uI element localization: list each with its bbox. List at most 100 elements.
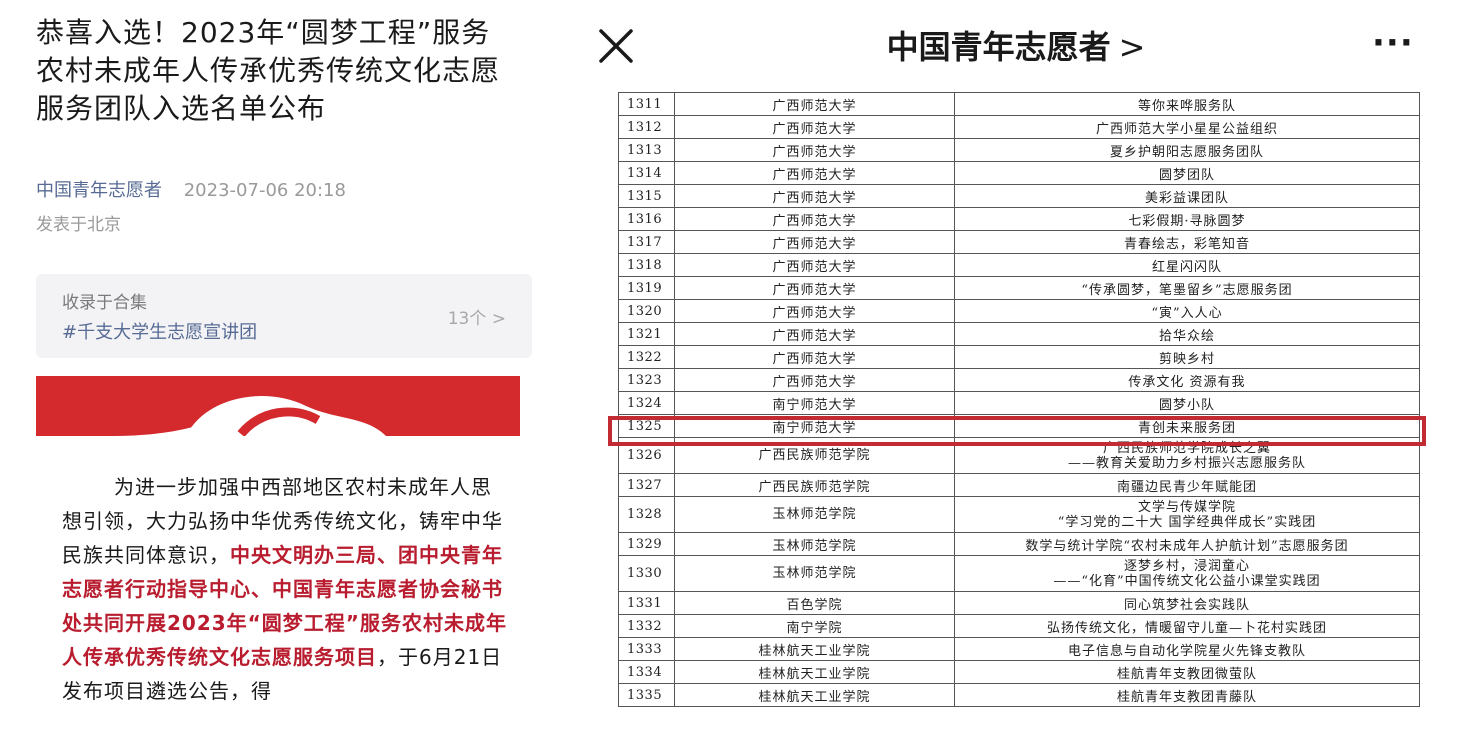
cell-school: 广西师范大学 (674, 207, 955, 231)
cell-number: 1321 (618, 322, 675, 346)
cell-team: 南疆边民青少年赋能团 (954, 473, 1420, 497)
collection-label: 收录于合集 (62, 293, 147, 313)
cell-school: 广西师范大学 (674, 276, 955, 300)
cell-number: 1333 (618, 637, 675, 661)
cell-school: 百色学院 (674, 591, 955, 615)
cell-school: 广西师范大学 (674, 368, 955, 392)
cell-number: 1317 (618, 230, 675, 254)
table-row: 1318 广西师范大学 红星闪闪队 (618, 253, 1420, 277)
cell-team-line: 青创未来服务团 (1137, 420, 1236, 436)
cell-team: 青创未来服务团 (954, 414, 1420, 438)
cell-number: 1315 (618, 184, 675, 208)
table-row: 1333 桂林航天工业学院 电子信息与自动化学院星火先锋支教队 (618, 637, 1420, 661)
cell-team: “寅”入人心 (954, 299, 1420, 323)
table-row: 1321 广西师范大学 拾华众绘 (618, 322, 1420, 346)
cell-team-line: 电子信息与自动化学院星火先锋支教队 (1067, 643, 1306, 659)
cell-school: 广西师范大学 (674, 161, 955, 185)
cell-team-line: 美彩益课团队 (1144, 190, 1229, 206)
article-location: 发表于北京 (36, 215, 121, 235)
cell-team: 广西民族师范学院成长之翼 ——教育关爱助力乡村振兴志愿服务队 (954, 437, 1420, 474)
cell-team-line: “传承圆梦，笔墨留乡”志愿服务团 (1081, 282, 1293, 298)
article-banner-image (36, 376, 520, 436)
account-name-button[interactable]: 中国青年志愿者 > (560, 22, 1472, 68)
cell-team: 同心筑梦社会实践队 (954, 591, 1420, 615)
cell-team: 圆梦小队 (954, 391, 1420, 415)
cell-school: 南宁师范大学 (674, 414, 955, 438)
cell-team-line: ——“化育”中国传统文化公益小课堂实践团 (1053, 573, 1321, 589)
cell-team: 数学与统计学院“农村未成年人护航计划”志愿服务团 (954, 532, 1420, 556)
cell-number: 1330 (618, 555, 675, 592)
article-author-link[interactable]: 中国青年志愿者 (36, 180, 162, 201)
cell-school: 南宁师范大学 (674, 391, 955, 415)
article-paragraph: 为进一步加强中西部地区农村未成年人思想引领，大力弘扬中华优秀传统文化，铸牢中华民… (62, 470, 512, 708)
cell-team: 文学与传媒学院 “学习党的二十大 国学经典伴成长”实践团 (954, 496, 1420, 533)
cell-team-line: 数学与统计学院“农村未成年人护航计划”志愿服务团 (1025, 538, 1349, 554)
cell-number: 1331 (618, 591, 675, 615)
selection-list-table-image: 1311 广西师范大学 等你来哗服务队 1312 广西师范大学 广西师范大学小星星公益组织… (618, 92, 1420, 745)
cell-school: 玉林师范学院 (674, 555, 955, 592)
account-name: 中国青年志愿者 (886, 28, 1111, 66)
cell-school: 广西师范大学 (674, 92, 955, 116)
account-article-panel: 中国青年志愿者 > ··· 1311 广西师范大学 等你来哗服务队 1312 广西师范大学… (560, 0, 1472, 745)
cell-school: 广西民族师范学院 (674, 437, 955, 474)
cell-team: 桂航青年支教团微萤队 (954, 660, 1420, 684)
article-meta: 中国青年志愿者 2023-07-06 20:18 (36, 176, 346, 202)
article-panel: 恭喜入选！2023年“圆梦工程”服务农村未成年人传承优秀传统文化志愿服务团队入选… (0, 0, 560, 745)
cell-number: 1334 (618, 660, 675, 684)
cell-team-line: 桂航青年支教团微萤队 (1116, 666, 1257, 682)
cell-team-line: 广西民族师范学院成长之翼 (1102, 440, 1271, 456)
table-row: 1325 南宁师范大学 青创未来服务团 (618, 414, 1420, 438)
table-row: 1331 百色学院 同心筑梦社会实践队 (618, 591, 1420, 615)
article-datetime: 2023-07-06 20:18 (183, 180, 346, 201)
cell-team: 桂航青年支教团青藤队 (954, 683, 1420, 707)
cell-school: 桂林航天工业学院 (674, 660, 955, 684)
cell-number: 1326 (618, 437, 675, 474)
table-row: 1334 桂林航天工业学院 桂航青年支教团微萤队 (618, 660, 1420, 684)
cell-number: 1335 (618, 683, 675, 707)
more-options-icon[interactable]: ··· (1372, 26, 1424, 66)
cell-team-line: 圆梦团队 (1158, 167, 1215, 183)
cell-team-line: “学习党的二十大 国学经典伴成长”实践团 (1057, 514, 1317, 530)
cell-school: 广西师范大学 (674, 184, 955, 208)
cell-school: 桂林航天工业学院 (674, 637, 955, 661)
cell-school: 广西师范大学 (674, 138, 955, 162)
cell-number: 1319 (618, 276, 675, 300)
cell-school: 广西师范大学 (674, 345, 955, 369)
cell-team-line: 红星闪闪队 (1151, 259, 1222, 275)
collection-name[interactable]: #千支大学生志愿宣讲团 (62, 318, 257, 344)
cell-number: 1314 (618, 161, 675, 185)
cell-school: 广西师范大学 (674, 299, 955, 323)
cell-number: 1324 (618, 391, 675, 415)
cell-team: 青春绘志，彩笔知音 (954, 230, 1420, 254)
cell-number: 1325 (618, 414, 675, 438)
table-row: 1317 广西师范大学 青春绘志，彩笔知音 (618, 230, 1420, 254)
collection-card[interactable]: 收录于合集 #千支大学生志愿宣讲团 13个 > (36, 274, 532, 358)
cell-team: 七彩假期·寻脉圆梦 (954, 207, 1420, 231)
table-row: 1313 广西师范大学 夏乡护朝阳志愿服务团队 (618, 138, 1420, 162)
cell-team-line: 文学与传媒学院 (1137, 499, 1236, 515)
cell-team: 拾华众绘 (954, 322, 1420, 346)
cell-team: 夏乡护朝阳志愿服务团队 (954, 138, 1420, 162)
cell-team: 广西师范大学小星星公益组织 (954, 115, 1420, 139)
cell-school: 玉林师范学院 (674, 532, 955, 556)
cell-team-line: 传承文化 资源有我 (1128, 374, 1246, 390)
chevron-right-icon: > (1118, 28, 1146, 66)
cell-team: 等你来哗服务队 (954, 92, 1420, 116)
cell-school: 南宁学院 (674, 614, 955, 638)
cell-number: 1312 (618, 115, 675, 139)
top-navigation-bar: 中国青年志愿者 > ··· (560, 0, 1472, 90)
table-row: 1329 玉林师范学院 数学与统计学院“农村未成年人护航计划”志愿服务团 (618, 532, 1420, 556)
table-row: 1327 广西民族师范学院 南疆边民青少年赋能团 (618, 473, 1420, 497)
collection-count[interactable]: 13个 > (448, 304, 506, 329)
table-row: 1316 广西师范大学 七彩假期·寻脉圆梦 (618, 207, 1420, 231)
cell-number: 1316 (618, 207, 675, 231)
cell-number: 1323 (618, 368, 675, 392)
table-row: 1330 玉林师范学院 逐梦乡村，浸润童心 ——“化育”中国传统文化公益小课堂实践团 (618, 555, 1420, 592)
cell-team-line: 等你来哗服务队 (1137, 98, 1236, 114)
cell-school: 广西民族师范学院 (674, 473, 955, 497)
table-row: 1320 广西师范大学 “寅”入人心 (618, 299, 1420, 323)
cell-number: 1322 (618, 345, 675, 369)
cell-team: 圆梦团队 (954, 161, 1420, 185)
table-row: 1315 广西师范大学 美彩益课团队 (618, 184, 1420, 208)
table-row: 1314 广西师范大学 圆梦团队 (618, 161, 1420, 185)
